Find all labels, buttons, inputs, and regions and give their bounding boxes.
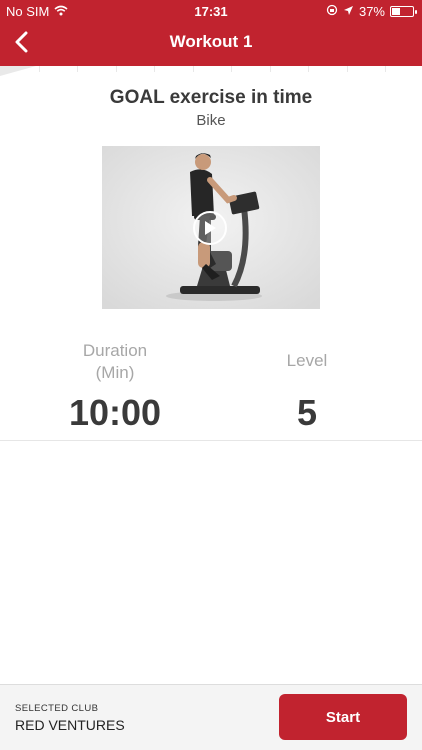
start-button[interactable]: Start: [279, 694, 407, 740]
orientation-lock-icon: [326, 4, 338, 19]
exercise-title: GOAL exercise in time: [109, 87, 313, 108]
status-bar: No SIM 17:31 37%: [0, 0, 422, 22]
status-right: 37%: [326, 4, 417, 19]
duration-label-line1: Duration: [82, 341, 148, 360]
battery-percent: 37%: [358, 4, 385, 19]
footer-bar: SELECTED CLUB RED VENTURES Start: [0, 684, 422, 750]
duration-value: 10:00: [68, 392, 162, 433]
header-tick-strip: [0, 66, 422, 74]
selected-club-name: RED VENTURES: [15, 717, 125, 733]
stats-divider: [0, 440, 422, 441]
battery-icon: [390, 6, 417, 17]
selected-club-caption: SELECTED CLUB: [15, 703, 99, 714]
app-header: No SIM 17:31 37% Workout 1: [0, 0, 422, 66]
page-title: Workout 1: [169, 32, 253, 51]
exercise-subtitle: Bike: [196, 112, 226, 129]
play-icon[interactable]: [193, 211, 227, 245]
level-value: 5: [296, 392, 318, 433]
duration-label: Duration (Min): [40, 340, 190, 384]
location-arrow-icon: [343, 4, 354, 19]
level-label: Level: [286, 351, 328, 370]
duration-label-line2: (Min): [95, 363, 135, 382]
